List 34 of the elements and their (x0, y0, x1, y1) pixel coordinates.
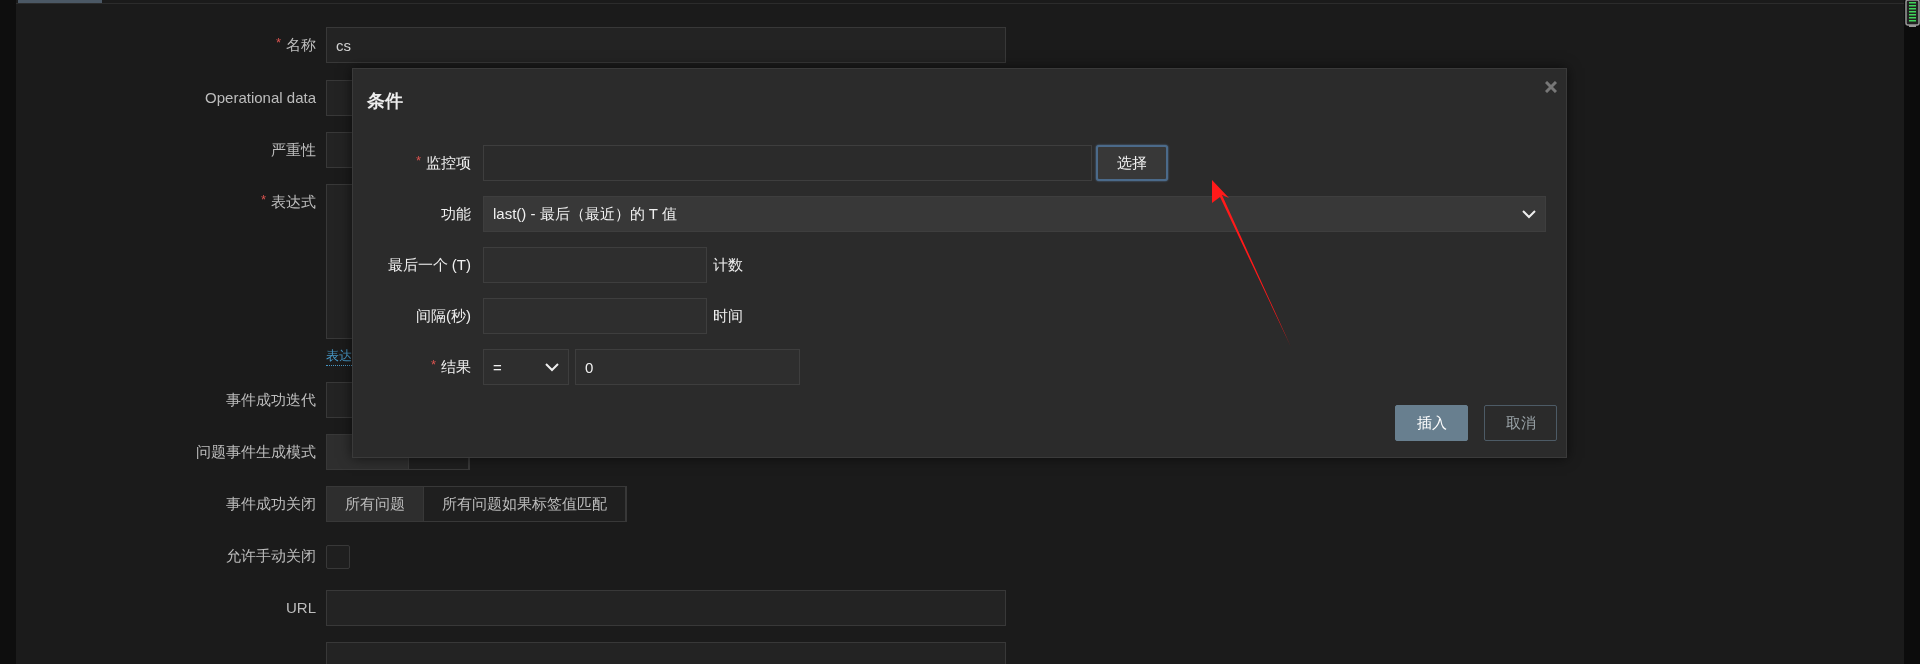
field-label: URL (286, 598, 316, 618)
field-label: 严重性 (271, 140, 316, 160)
field-label: $^{*}$ 结果 (430, 357, 471, 377)
required-mark: * (430, 356, 436, 372)
select-button[interactable]: 选择 (1096, 145, 1168, 181)
field-label: 间隔(秒) (416, 306, 471, 326)
segment-option[interactable]: 所有问题 (327, 487, 424, 521)
function-select[interactable]: last() - 最后（最近）的 T 值 (483, 196, 1546, 232)
chevron-down-icon (545, 362, 559, 372)
field-label: 最后一个 (T) (387, 255, 471, 275)
input-field[interactable]: cs (326, 27, 1006, 63)
field-label: 事件成功关闭 (226, 494, 316, 514)
field-label: $^{*}$ 表达式 (260, 191, 316, 212)
field-label: 功能 (441, 204, 471, 224)
field-label: 事件成功迭代 (226, 390, 316, 410)
unit-label: 时间 (713, 306, 743, 326)
required-mark: * (415, 152, 421, 168)
value-field[interactable]: 0 (575, 349, 800, 385)
chevron-down-icon (1522, 209, 1536, 219)
insert-button[interactable]: 插入 (1395, 405, 1468, 441)
field-label: 允许手动关闭 (226, 546, 316, 566)
field-label: 问题事件生成模式 (196, 442, 316, 462)
input-field[interactable] (326, 590, 1006, 626)
checkbox[interactable] (326, 545, 350, 569)
operator-select[interactable]: = (483, 349, 569, 385)
field-label: $^{*}$ 监控项 (415, 153, 471, 173)
field-label: Operational data (205, 88, 316, 108)
unit-label: 计数 (713, 255, 743, 275)
dialog-title: 条件 (367, 90, 404, 113)
field-label: $^{*}$ 名称 (275, 34, 316, 55)
required-mark: * (275, 35, 281, 50)
required-mark: * (260, 192, 266, 207)
cancel-button[interactable]: 取消 (1484, 405, 1557, 441)
segment-option[interactable]: 所有问题如果标签值匹配 (424, 487, 626, 521)
